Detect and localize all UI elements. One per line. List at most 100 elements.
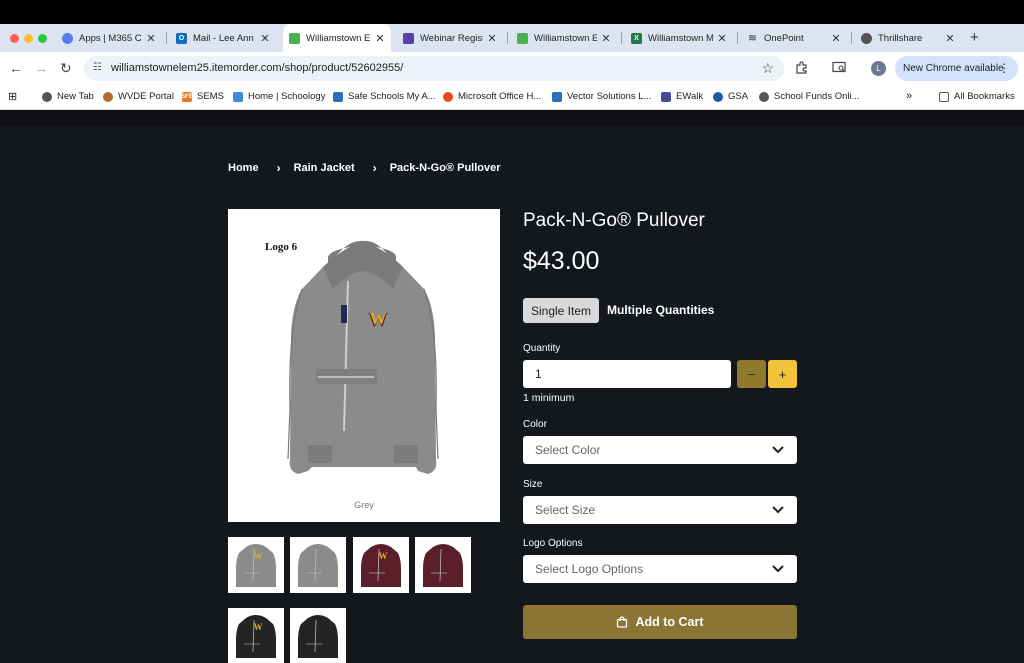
browser-tab[interactable]: O Mail - Lee Ann (✕ (170, 24, 276, 52)
wifi-icon: ≋ (748, 32, 757, 44)
product-thumbnail[interactable] (290, 537, 346, 593)
quantity-label: Quantity (523, 343, 561, 354)
bookmarks-bar: ⊞ New Tab WVDE Portal SFE SEMS Home | Sch… (0, 85, 1024, 110)
close-tab-icon[interactable]: ✕ (831, 32, 841, 45)
minimum-note: 1 minimum (523, 392, 575, 404)
logo-options-placeholder: Select Logo Options (535, 562, 644, 576)
site-info-icon[interactable]: ☷ (93, 62, 102, 73)
browser-tab[interactable]: Williamstown El ✕ (511, 24, 617, 52)
tab-divider (851, 32, 852, 44)
bookmark-item[interactable]: School Funds Onli... (759, 91, 860, 102)
quantity-increase-button[interactable]: + (768, 360, 797, 388)
outlook-icon: O (176, 32, 187, 44)
close-tab-icon[interactable]: ✕ (375, 32, 385, 45)
close-tab-icon[interactable]: ✕ (717, 32, 727, 45)
close-tab-icon[interactable]: ✕ (146, 32, 156, 45)
school-funds-icon (759, 91, 769, 102)
browser-tab[interactable]: ≋ OnePoint ✕ (741, 24, 847, 52)
chevron-down-icon (772, 565, 784, 573)
wvde-icon (103, 91, 113, 102)
chevron-down-icon (772, 446, 784, 454)
add-to-cart-button[interactable]: Add to Cart (523, 605, 797, 639)
apps-grid-icon[interactable]: ⊞ (8, 90, 17, 103)
all-bookmarks-button[interactable]: All Bookmarks (939, 91, 1015, 102)
bookmark-item[interactable]: Vector Solutions L... (552, 91, 652, 102)
chevron-right-icon: › (276, 161, 281, 175)
minimize-window-icon[interactable] (24, 34, 33, 43)
bookmark-item[interactable]: SFE SEMS (181, 91, 224, 102)
close-tab-icon[interactable]: ✕ (601, 32, 611, 45)
gsa-icon (713, 91, 723, 102)
bookmark-item[interactable]: EWalk (661, 91, 703, 102)
close-tab-icon[interactable]: ✕ (260, 32, 270, 45)
tab-divider (621, 32, 622, 44)
product-title: Pack-N-Go® Pullover (523, 210, 705, 231)
tab-search-icon[interactable] (832, 61, 847, 77)
browser-tab[interactable]: Apps | M365 Co ✕ (56, 24, 162, 52)
jacket-illustration: W W (287, 240, 439, 474)
reload-icon[interactable]: ↻ (60, 61, 72, 75)
back-icon[interactable]: ← (9, 61, 23, 75)
address-bar[interactable]: ☷ williamstownelem25.itemorder.com/shop/… (84, 56, 784, 81)
product-thumbnail[interactable]: W (353, 537, 409, 593)
close-window-icon[interactable] (10, 34, 19, 43)
office-icon (443, 91, 453, 102)
bookmark-star-icon[interactable]: ☆ (761, 60, 774, 77)
svg-text:W: W (254, 551, 263, 561)
size-select[interactable]: Select Size (523, 496, 797, 524)
profile-avatar[interactable]: L (871, 61, 886, 76)
browser-tab-active[interactable]: Williamstown El ✕ (283, 24, 391, 52)
chevron-down-icon (772, 506, 784, 514)
more-bookmarks-icon[interactable]: » (906, 90, 912, 102)
product-thumbnail[interactable]: W (228, 537, 284, 593)
chrome-update-button[interactable]: New Chrome available ⋮ (895, 56, 1018, 81)
multiple-quantities-tab[interactable]: Multiple Quantities (607, 303, 714, 317)
product-thumbnail[interactable]: W (228, 608, 284, 663)
bookmark-item[interactable]: New Tab (42, 91, 94, 102)
add-to-cart-label: Add to Cart (635, 615, 704, 629)
bookmark-item[interactable]: Home | Schoology (233, 91, 325, 102)
safe-schools-icon (333, 91, 343, 102)
close-tab-icon[interactable]: ✕ (945, 32, 955, 45)
browser-tabstrip: Apps | M365 Co ✕ O Mail - Lee Ann (✕ Will… (0, 24, 1024, 52)
forms-icon (403, 32, 414, 44)
maximize-window-icon[interactable] (38, 34, 47, 43)
product-thumbnail[interactable] (290, 608, 346, 663)
product-thumbnail[interactable] (415, 537, 471, 593)
tab-divider (166, 32, 167, 44)
new-tab-icon[interactable]: + (970, 29, 979, 46)
browser-tab[interactable]: Webinar Regist ✕ (397, 24, 503, 52)
logo-options-select[interactable]: Select Logo Options (523, 555, 797, 583)
quantity-decrease-button[interactable]: − (737, 360, 766, 388)
product-main-image[interactable]: Logo 6 W W Grey (228, 209, 500, 522)
bookmark-item[interactable]: GSA (713, 91, 748, 102)
browser-tab[interactable]: X Williamstown M ✕ (625, 24, 733, 52)
itemorder-icon (517, 32, 528, 44)
close-tab-icon[interactable]: ✕ (487, 32, 497, 45)
sems-icon: SFE (181, 91, 193, 102)
breadcrumb-home[interactable]: Home (228, 162, 259, 174)
single-item-tab[interactable]: Single Item (523, 298, 599, 323)
breadcrumb-category[interactable]: Rain Jacket (294, 162, 355, 174)
globe-icon (42, 91, 52, 102)
breadcrumb-current: Pack-N-Go® Pullover (389, 162, 501, 174)
url-text: williamstownelem25.itemorder.com/shop/pr… (111, 62, 404, 74)
globe-icon (861, 32, 872, 44)
product-page: Home › Rain Jacket › Pack-N-Go® Pullover… (0, 110, 1024, 663)
svg-text:W: W (379, 551, 388, 561)
tab-divider (737, 32, 738, 44)
extensions-icon[interactable] (795, 61, 808, 77)
color-select[interactable]: Select Color (523, 436, 797, 464)
bookmark-item[interactable]: Microsoft Office H... (443, 91, 541, 102)
browser-tab[interactable]: Thrillshare ✕ (855, 24, 961, 52)
breadcrumb: Home › Rain Jacket › Pack-N-Go® Pullover (228, 161, 501, 175)
apps-icon (62, 32, 73, 44)
logo-options-label: Logo Options (523, 538, 583, 549)
bookmark-item[interactable]: WVDE Portal (103, 91, 174, 102)
quantity-input[interactable]: 1 (523, 360, 731, 388)
bookmark-item[interactable]: Safe Schools My A... (333, 91, 436, 102)
svg-text:W: W (254, 622, 263, 632)
forward-icon[interactable]: → (34, 61, 48, 75)
more-menu-icon[interactable]: ⋮ (998, 61, 1010, 75)
size-label: Size (523, 479, 543, 490)
